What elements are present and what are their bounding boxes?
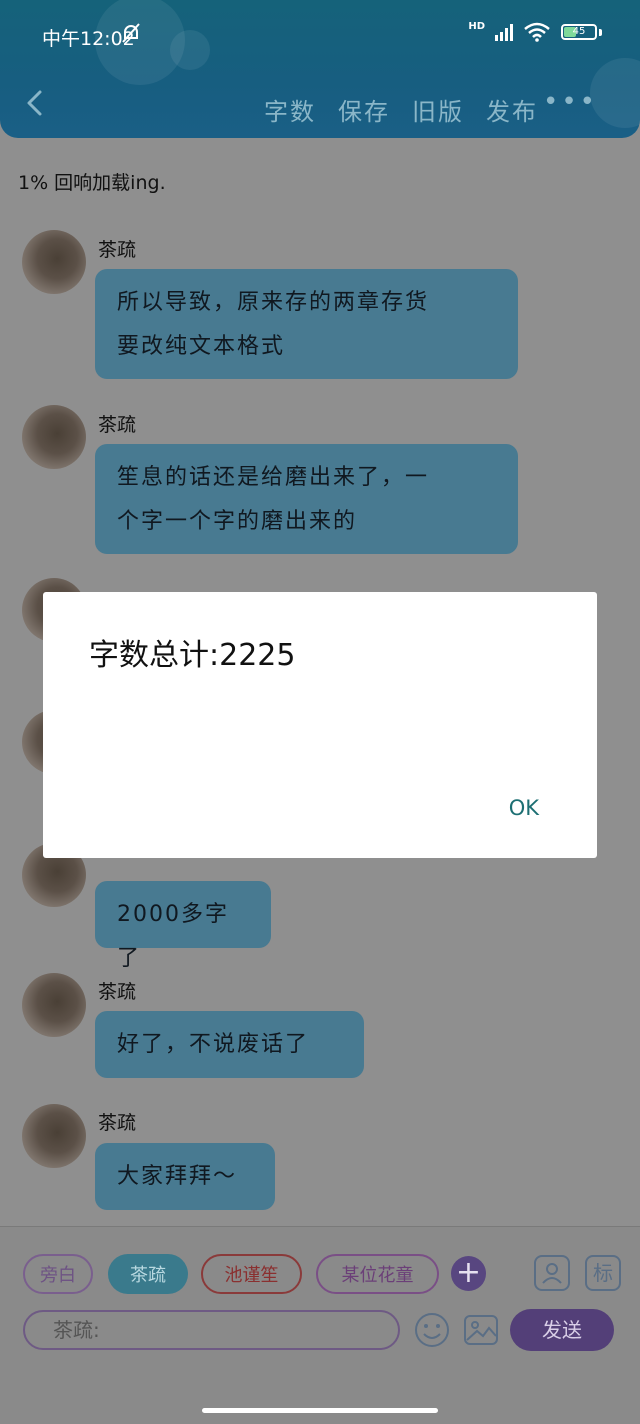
message-bubble[interactable]: 2000多字了: [95, 881, 271, 971]
mute-bell-icon: [122, 23, 140, 43]
message-bubble[interactable]: 大家拜拜～: [95, 1143, 275, 1210]
header-actions: 字数 保存 旧版 发布: [264, 92, 538, 127]
network-type: HD: [468, 21, 485, 32]
avatar[interactable]: [22, 230, 86, 294]
more-menu-button[interactable]: •••: [543, 89, 598, 115]
save-button[interactable]: 保存: [338, 92, 390, 127]
avatar[interactable]: [22, 973, 86, 1037]
sender-name: 茶疏: [98, 239, 137, 261]
role-chip-chashu[interactable]: 茶疏: [108, 1254, 188, 1294]
status-right: HD 45: [468, 22, 602, 42]
role-chip-narrator[interactable]: 旁白: [23, 1254, 93, 1294]
sender-name: 茶疏: [98, 414, 137, 436]
message-line: 笙息的话还是给磨出来了，一: [117, 465, 430, 490]
add-role-button[interactable]: +: [451, 1256, 486, 1291]
message-line: 好了，不说废话了: [117, 1032, 310, 1057]
publish-button[interactable]: 发布: [486, 92, 538, 127]
dialog-message: 字数总计:2225: [89, 638, 296, 673]
message-input[interactable]: 茶疏:: [23, 1310, 400, 1350]
message-line: 大家拜拜～: [117, 1164, 238, 1189]
send-button[interactable]: 发送: [510, 1309, 614, 1351]
message-line: 2000多字了: [117, 902, 229, 971]
signal-icon: [495, 23, 513, 41]
emoji-icon[interactable]: [414, 1312, 450, 1348]
status-bar: 中午12:02 HD 45: [0, 0, 640, 70]
battery-tip: [599, 28, 602, 36]
person-icon: [542, 1263, 562, 1284]
message-bubble[interactable]: 笙息的话还是给磨出来了，一 个字一个字的磨出来的: [95, 444, 518, 554]
word-count-button[interactable]: 字数: [264, 92, 316, 127]
wifi-icon: [524, 22, 550, 42]
role-chip-chijinsheng[interactable]: 池谨笙: [201, 1254, 302, 1294]
image-icon[interactable]: [463, 1312, 499, 1348]
avatar[interactable]: [22, 1104, 86, 1168]
ok-button[interactable]: OK: [509, 796, 539, 820]
avatar[interactable]: [22, 405, 86, 469]
input-footer: 旁白 茶疏 池谨笙 某位花童 + 标 茶疏: 发送: [0, 1226, 640, 1424]
old-version-button[interactable]: 旧版: [412, 92, 464, 127]
message-bubble[interactable]: 所以导致，原来存的两章存货 要改纯文本格式: [95, 269, 518, 379]
back-arrow-icon[interactable]: [22, 88, 52, 118]
message-line: 要改纯文本格式: [117, 334, 286, 359]
loading-status: 1% 回响加载ing.: [18, 172, 166, 194]
home-indicator[interactable]: [202, 1408, 438, 1413]
character-button[interactable]: [534, 1255, 570, 1291]
message-bubble[interactable]: 好了，不说废话了: [95, 1011, 364, 1078]
tag-button[interactable]: 标: [585, 1255, 621, 1291]
sender-name: 茶疏: [98, 981, 137, 1003]
message-line: 个字一个字的磨出来的: [117, 509, 358, 534]
message-line: 所以导致，原来存的两章存货: [117, 290, 430, 315]
battery-level: 45: [572, 26, 586, 37]
word-count-dialog: 字数总计:2225 OK: [43, 592, 597, 858]
role-chip-flower-child[interactable]: 某位花童: [316, 1254, 439, 1294]
sender-name: 茶疏: [98, 1112, 137, 1134]
battery-icon: 45: [561, 24, 597, 40]
